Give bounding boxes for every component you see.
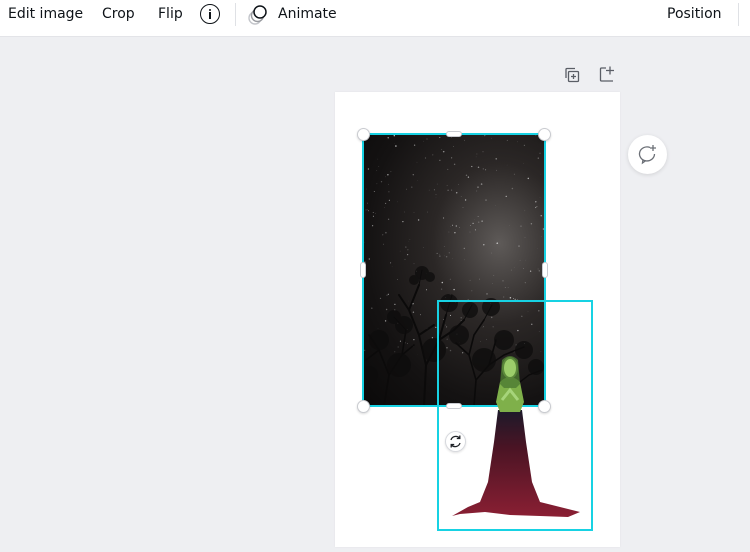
add-comment-icon: [638, 145, 656, 165]
add-page-icon[interactable]: [598, 65, 616, 83]
resize-handle-bottom-right[interactable]: [538, 400, 551, 413]
selection-outline-woman: [437, 300, 593, 531]
position-button[interactable]: Position: [667, 5, 722, 23]
toolbar-divider: [738, 3, 739, 26]
animate-label: Animate: [278, 6, 337, 22]
resize-handle-right[interactable]: [542, 262, 548, 278]
flip-button[interactable]: Flip: [158, 5, 183, 23]
animate-icon: [248, 5, 267, 25]
rotate-icon: [450, 435, 461, 448]
add-comment-button[interactable]: [628, 135, 667, 174]
crop-button[interactable]: Crop: [102, 5, 135, 23]
toolbar-divider: [235, 3, 236, 26]
contextual-toolbar: Edit image Crop Flip Animate Position: [0, 0, 750, 37]
resize-handle-top[interactable]: [446, 131, 462, 137]
edit-image-button[interactable]: Edit image: [8, 5, 83, 23]
resize-handle-bottom[interactable]: [446, 403, 462, 409]
resize-handle-left[interactable]: [360, 262, 366, 278]
resize-handle-top-right[interactable]: [538, 128, 551, 141]
animate-button[interactable]: Animate: [246, 2, 338, 28]
duplicate-page-icon[interactable]: [563, 66, 581, 84]
info-icon[interactable]: [200, 4, 220, 24]
resize-handle-bottom-left[interactable]: [357, 400, 370, 413]
rotate-button[interactable]: [445, 431, 466, 452]
resize-handle-top-left[interactable]: [357, 128, 370, 141]
